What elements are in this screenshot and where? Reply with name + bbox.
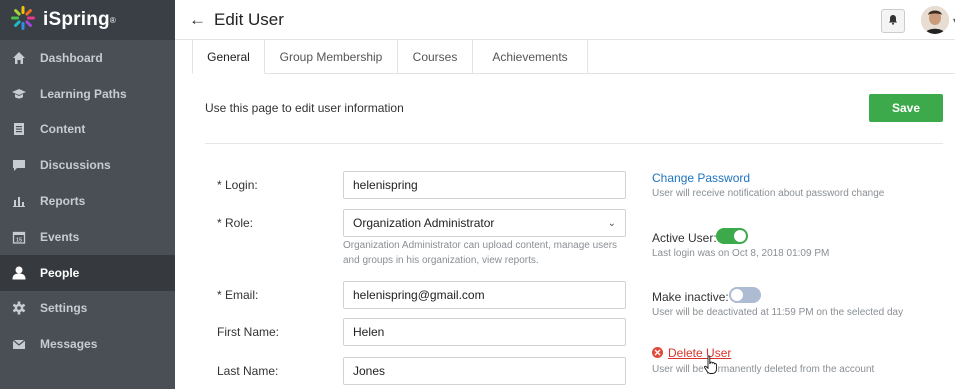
last-name-label: Last Name: [217, 364, 279, 378]
change-password-note: User will receive notification about pas… [652, 188, 885, 199]
sidebar-item-label: Reports [40, 194, 86, 209]
sidebar-item-messages[interactable]: Messages [0, 326, 175, 362]
active-user-toggle[interactable] [716, 228, 748, 244]
email-value: helenispring@gmail.com [353, 288, 485, 302]
sidebar-item-content[interactable]: Content [0, 112, 175, 148]
make-inactive-label: Make inactive: [652, 290, 729, 304]
sidebar: iSpring ® Dashboard Learning Paths Conten… [0, 0, 175, 389]
active-user-label: Active User: [652, 231, 717, 245]
delete-note: User will be permanently deleted from th… [652, 364, 875, 375]
sidebar-item-discussions[interactable]: Discussions [0, 147, 175, 183]
logo[interactable]: iSpring ® [0, 0, 175, 40]
chat-icon [12, 158, 26, 172]
logo-trademark: ® [109, 15, 116, 25]
calendar-icon: 15 [12, 230, 26, 244]
back-arrow-icon[interactable]: ← [189, 10, 206, 30]
page-title: Edit User [214, 9, 284, 29]
toggle-knob [734, 230, 746, 242]
sidebar-item-label: Discussions [40, 158, 111, 173]
logo-text: iSpring [43, 9, 110, 30]
sidebar-item-events[interactable]: 15 Events [0, 219, 175, 255]
tab-achievements[interactable]: Achievements [473, 40, 588, 74]
role-hint: Organization Administrator can upload co… [343, 240, 618, 266]
sidebar-item-reports[interactable]: Reports [0, 183, 175, 219]
tab-general[interactable]: General [192, 40, 265, 74]
envelope-icon [12, 337, 26, 351]
sidebar-item-settings[interactable]: Settings [0, 291, 175, 327]
gear-icon [12, 301, 26, 315]
role-value: Organization Administrator [353, 216, 495, 230]
graduation-cap-icon [12, 87, 26, 101]
bar-chart-icon [12, 194, 26, 208]
sidebar-item-label: Events [40, 229, 80, 244]
login-field[interactable]: helenispring [343, 171, 626, 199]
last-login-note: Last login was on Oct 8, 2018 01:09 PM [652, 248, 830, 259]
sidebar-item-label: Settings [40, 301, 88, 316]
last-name-field[interactable]: Jones [343, 357, 626, 385]
sidebar-nav: Dashboard Learning Paths Content Discuss… [0, 40, 175, 362]
hand-cursor-icon [703, 355, 719, 380]
first-name-field[interactable]: Helen [343, 318, 626, 346]
intro-text: Use this page to edit user information [205, 101, 404, 115]
first-name-label: First Name: [217, 325, 280, 339]
ispring-logo-icon [10, 5, 36, 36]
tab-group-membership[interactable]: Group Membership [265, 40, 398, 74]
sidebar-item-dashboard[interactable]: Dashboard [0, 40, 175, 76]
first-name-value: Helen [353, 325, 385, 339]
sidebar-item-label: Content [40, 122, 86, 137]
make-inactive-toggle[interactable] [729, 287, 761, 303]
role-select[interactable]: Organization Administrator ⌄ [343, 209, 626, 237]
calendar-number: 15 [16, 237, 22, 243]
role-label: * Role: [217, 216, 254, 230]
login-label: * Login: [217, 178, 258, 192]
sidebar-item-label: People [40, 265, 80, 280]
sidebar-item-learning-paths[interactable]: Learning Paths [0, 76, 175, 112]
sidebar-item-people[interactable]: People [0, 254, 175, 291]
person-icon [12, 266, 26, 280]
save-button[interactable]: Save [869, 94, 943, 122]
home-icon [12, 51, 26, 65]
sidebar-item-label: Dashboard [40, 50, 103, 65]
chevron-down-icon: ⌄ [607, 217, 616, 229]
document-icon [12, 122, 26, 136]
tab-courses[interactable]: Courses [398, 40, 473, 74]
notifications-button[interactable] [881, 9, 905, 33]
bell-icon [888, 12, 898, 30]
sidebar-item-label: Learning Paths [40, 86, 127, 101]
email-label: * Email: [217, 288, 259, 302]
login-value: helenispring [353, 178, 418, 192]
delete-user-link[interactable]: Delete User [668, 346, 731, 360]
change-password-link[interactable]: Change Password [652, 171, 750, 185]
delete-x-icon [652, 347, 663, 358]
divider [205, 143, 943, 144]
sidebar-item-label: Messages [40, 337, 98, 352]
deactivate-note: User will be deactivated at 11:59 PM on … [652, 307, 904, 318]
toggle-knob [731, 289, 743, 301]
email-field[interactable]: helenispring@gmail.com [343, 281, 626, 309]
tab-underline [588, 73, 955, 74]
avatar[interactable] [921, 6, 949, 34]
top-header: ← Edit User ▾ [175, 0, 955, 40]
tab-bar: General Group Membership Courses Achieve… [192, 40, 588, 74]
last-name-value: Jones [353, 364, 386, 378]
